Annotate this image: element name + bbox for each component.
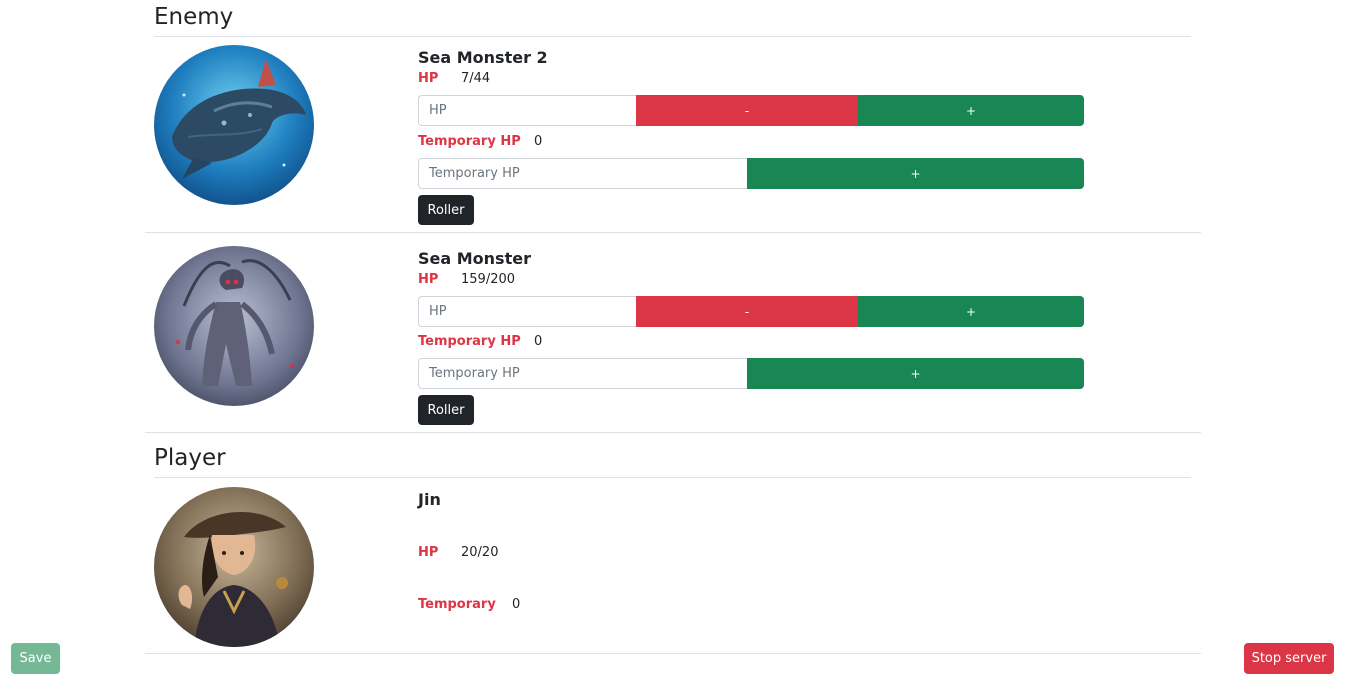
hp-label: HP (418, 272, 439, 287)
sea-monster-portrait (154, 246, 314, 406)
temp-hp-value: 0 (534, 134, 543, 149)
temp-hp-increase-button[interactable]: + (747, 158, 1084, 189)
player-hp-value: 20/20 (461, 545, 499, 560)
enemy-section-title: Enemy (154, 4, 1191, 37)
hp-increase-button[interactable]: + (858, 95, 1084, 126)
temp-hp-value: 0 (534, 334, 543, 349)
row-divider (145, 232, 1201, 233)
hp-decrease-button[interactable]: - (636, 95, 858, 126)
hp-increase-button[interactable]: + (858, 296, 1084, 327)
temp-hp-adjust-group: + (418, 158, 1084, 189)
player-portrait (154, 487, 314, 647)
hp-value: 159/200 (461, 272, 516, 287)
temp-hp-label: Temporary HP (418, 334, 521, 349)
hp-label: HP (418, 71, 439, 86)
temp-hp-label: Temporary HP (418, 134, 521, 149)
player-section-title: Player (154, 445, 1191, 478)
enemy-name: Sea Monster (418, 249, 531, 268)
row-divider (145, 653, 1201, 654)
sea-monster-2-portrait (154, 45, 314, 205)
enemy-name: Sea Monster 2 (418, 48, 548, 67)
save-button[interactable]: Save (11, 643, 60, 674)
player-hp-label: HP (418, 545, 439, 560)
player-temp-label: Temporary (418, 597, 496, 612)
hp-input[interactable] (418, 95, 636, 126)
player-name: Jin (418, 490, 441, 509)
temp-hp-input[interactable] (418, 358, 747, 389)
player-temp-value: 0 (512, 597, 521, 612)
temp-hp-input[interactable] (418, 158, 747, 189)
whale-creature-image (154, 45, 314, 205)
roller-button[interactable]: Roller (418, 395, 474, 425)
temp-hp-adjust-group: + (418, 358, 1084, 389)
hp-adjust-group: - + (418, 296, 1084, 327)
roller-button[interactable]: Roller (418, 195, 474, 225)
temp-hp-increase-button[interactable]: + (747, 358, 1084, 389)
humanoid-creature-image (154, 246, 314, 406)
hp-value: 7/44 (461, 71, 491, 86)
pirate-character-image (154, 487, 314, 647)
hp-input[interactable] (418, 296, 636, 327)
hp-adjust-group: - + (418, 95, 1084, 126)
hp-decrease-button[interactable]: - (636, 296, 858, 327)
row-divider (145, 432, 1201, 433)
stop-server-button[interactable]: Stop server (1244, 643, 1334, 674)
